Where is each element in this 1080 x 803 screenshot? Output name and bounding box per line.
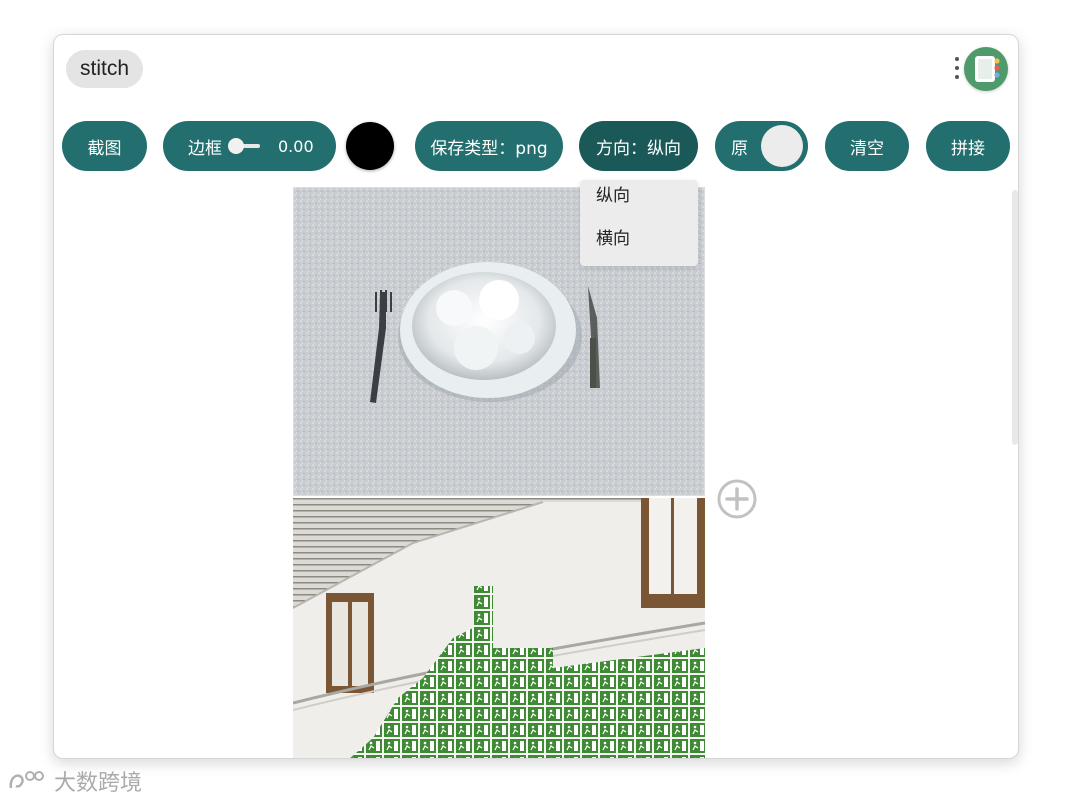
border-value: 0.00 (278, 136, 314, 156)
direction-option-horizontal[interactable]: 横向 (580, 223, 698, 266)
clear-button-label: 清空 (850, 138, 884, 159)
kebab-menu-icon[interactable] (952, 55, 962, 83)
original-size-toggle[interactable]: 原 (715, 121, 808, 171)
screenshot-button[interactable]: 截图 (62, 121, 147, 171)
save-type-button[interactable]: 保存类型：png (415, 121, 563, 171)
border-label: 边框 (188, 138, 222, 159)
watermark: 大数跨境 (8, 766, 142, 796)
direction-button[interactable]: 方向：纵向 (579, 121, 698, 171)
stitch-image-exit-signs[interactable] (293, 498, 705, 758)
screenshot-button-label: 截图 (87, 138, 122, 159)
extension-app-icon[interactable] (964, 47, 1008, 91)
watermark-text: 大数跨境 (54, 771, 143, 796)
add-image-plus-circle-icon[interactable] (717, 479, 757, 519)
direction-label: 方向：纵向 (596, 138, 681, 159)
direction-option-vertical[interactable]: 纵向 (580, 180, 698, 223)
watermark-logo-icon (9, 771, 44, 789)
vertical-scrollbar[interactable] (1012, 190, 1018, 445)
stitch-window: stitch 截图 边框 0.00 保存类型：png 方向：纵向 原 清空 拼接 (53, 34, 1019, 759)
direction-dropdown: 纵向 横向 (580, 180, 698, 266)
save-type-label: 保存类型：png (430, 138, 548, 159)
stitch-button[interactable]: 拼接 (926, 121, 1010, 171)
original-toggle-knob[interactable] (761, 125, 803, 167)
border-color-picker[interactable] (346, 122, 394, 170)
border-control[interactable]: 边框 0.00 (163, 121, 336, 171)
border-slider-knob[interactable] (228, 138, 244, 154)
app-title: stitch (66, 50, 144, 88)
original-toggle-label: 原 (731, 138, 748, 159)
stitch-button-label: 拼接 (951, 138, 985, 159)
border-slider[interactable] (228, 138, 260, 154)
clear-button[interactable]: 清空 (825, 121, 909, 171)
